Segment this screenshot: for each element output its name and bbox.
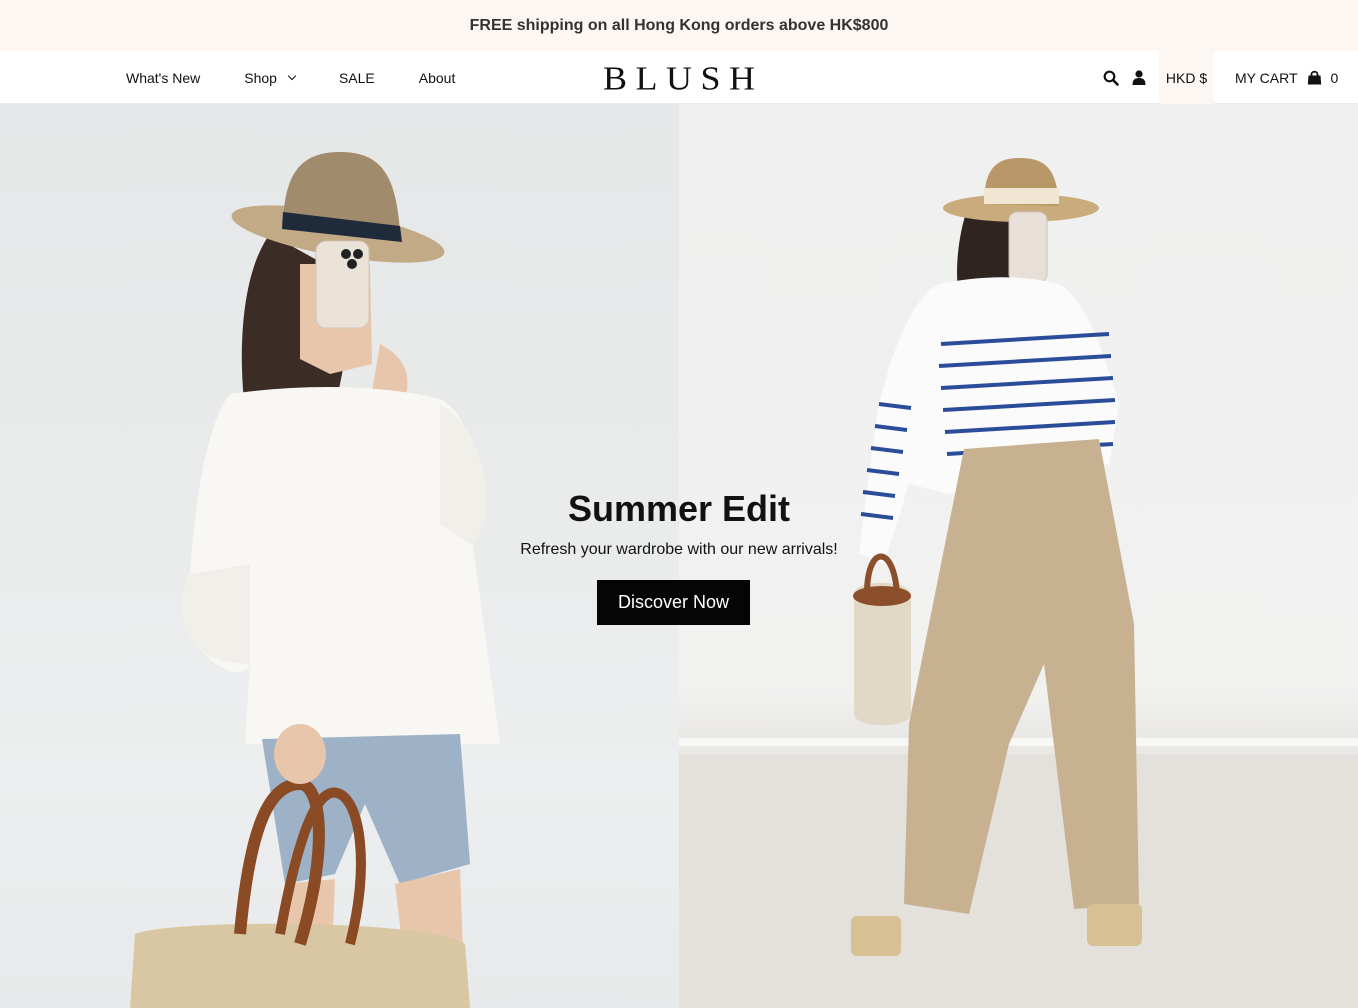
cart-label: MY CART <box>1235 69 1298 86</box>
cart-count: 0 <box>1330 69 1339 86</box>
nav-actions: HKD $ MY CART 0 <box>0 51 1358 104</box>
discover-now-button[interactable]: Discover Now <box>597 580 750 625</box>
hero-banner: Summer Edit Refresh your wardrobe with o… <box>0 104 1358 1008</box>
currency-selector[interactable]: HKD $ <box>1159 51 1214 104</box>
announcement-text: FREE shipping on all Hong Kong orders ab… <box>469 16 889 34</box>
announcement-bar: FREE shipping on all Hong Kong orders ab… <box>0 0 1358 51</box>
cart-button[interactable]: MY CART 0 <box>1235 51 1338 104</box>
search-icon[interactable] <box>1102 51 1120 104</box>
discover-now-label: Discover Now <box>617 592 730 612</box>
shopping-bag-icon <box>1307 70 1322 85</box>
user-icon[interactable] <box>1131 51 1147 104</box>
currency-label: HKD $ <box>1165 69 1208 86</box>
hero-subtitle: Refresh your wardrobe with our new arriv… <box>520 541 838 558</box>
hero-title: Summer Edit <box>567 488 791 529</box>
